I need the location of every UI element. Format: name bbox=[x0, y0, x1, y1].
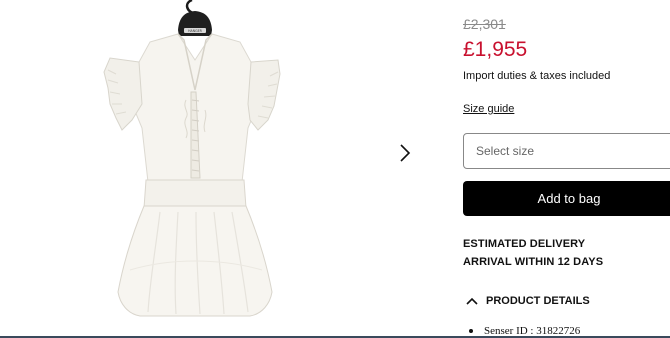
size-guide-link[interactable]: Size guide bbox=[463, 103, 514, 115]
hanger-tag: HANGER bbox=[188, 29, 202, 33]
duties-note: Import duties & taxes included bbox=[463, 70, 611, 82]
purchase-panel: £2,301 £1,955 Import duties & taxes incl… bbox=[463, 0, 670, 338]
original-price: £2,301 bbox=[463, 16, 506, 32]
add-to-bag-button[interactable]: Add to bag bbox=[463, 181, 670, 216]
chevron-right-icon[interactable] bbox=[396, 142, 414, 164]
bullet-icon bbox=[469, 329, 473, 333]
delivery-estimate: ARRIVAL WITHIN 12 DAYS bbox=[463, 256, 604, 268]
product-image: HANGER bbox=[103, 0, 281, 317]
chevron-up-icon bbox=[466, 297, 478, 305]
delivery-heading: ESTIMATED DELIVERY bbox=[463, 238, 586, 250]
product-details-heading: PRODUCT DETAILS bbox=[486, 295, 590, 307]
sale-price: £1,955 bbox=[463, 38, 528, 61]
product-gallery: HANGER bbox=[0, 0, 430, 338]
product-details-toggle[interactable]: PRODUCT DETAILS bbox=[463, 293, 590, 309]
size-select[interactable]: Select size bbox=[463, 133, 670, 169]
